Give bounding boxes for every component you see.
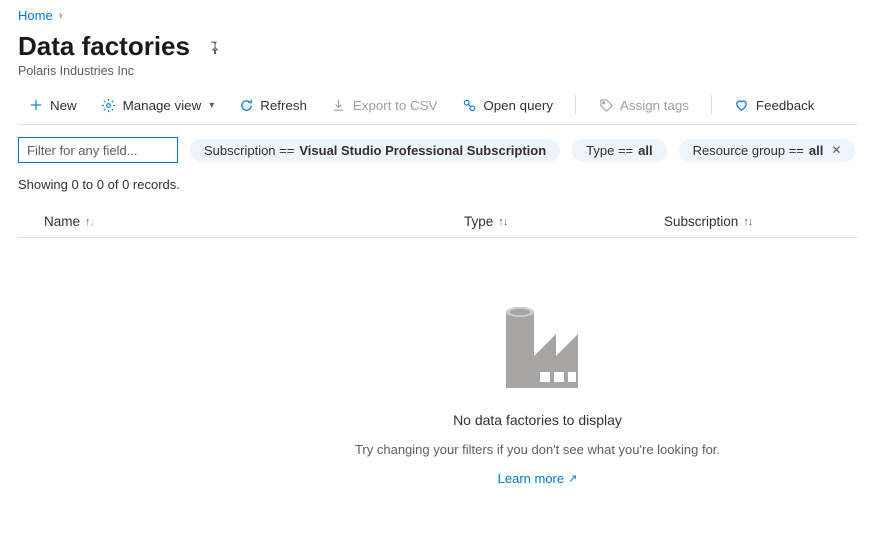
sort-icon: ↑↓ xyxy=(743,216,752,228)
heart-icon xyxy=(734,97,750,113)
column-label: Name xyxy=(44,214,80,229)
learn-more-label: Learn more xyxy=(498,471,564,486)
assign-tags-button[interactable]: Assign tags xyxy=(588,92,699,118)
filter-input[interactable] xyxy=(18,137,178,163)
column-header-subscription[interactable]: Subscription ↑↓ xyxy=(664,214,857,229)
pill-key: Type == xyxy=(586,143,633,158)
download-icon xyxy=(331,97,347,113)
pin-button[interactable] xyxy=(202,35,225,58)
toolbar-separator xyxy=(711,95,712,115)
pill-value: Visual Studio Professional Subscription xyxy=(299,143,546,158)
filter-pill-resource-group[interactable]: Resource group == all ✕ xyxy=(679,139,856,162)
refresh-button[interactable]: Refresh xyxy=(228,92,317,118)
table-header: Name ↑↓ Type ↑↓ Subscription ↑↓ xyxy=(18,206,857,238)
toolbar: New Manage view ▾ Refresh Export to CSV … xyxy=(18,92,857,125)
filter-pill-type[interactable]: Type == all xyxy=(572,139,666,162)
column-header-type[interactable]: Type ↑↓ xyxy=(464,214,664,229)
breadcrumb-home[interactable]: Home xyxy=(18,8,53,23)
toolbar-separator xyxy=(575,95,576,115)
refresh-label: Refresh xyxy=(260,98,307,113)
pill-value: all xyxy=(638,143,652,158)
page-title: Data factories xyxy=(18,31,190,62)
column-label: Subscription xyxy=(664,214,738,229)
open-query-button[interactable]: Open query xyxy=(451,92,563,118)
external-link-icon: ↗ xyxy=(568,472,577,485)
manage-view-label: Manage view xyxy=(123,98,202,113)
query-icon xyxy=(461,97,477,113)
factory-icon xyxy=(488,298,588,398)
export-csv-label: Export to CSV xyxy=(353,98,437,113)
empty-state: No data factories to display Try changin… xyxy=(218,238,857,486)
sort-icon: ↑↓ xyxy=(85,216,94,228)
plus-icon xyxy=(28,97,44,113)
learn-more-link[interactable]: Learn more ↗ xyxy=(498,471,578,486)
pill-key: Resource group == xyxy=(693,143,804,158)
empty-title: No data factories to display xyxy=(453,412,622,428)
pill-value: all xyxy=(809,143,823,158)
export-csv-button[interactable]: Export to CSV xyxy=(321,92,447,118)
title-row: Data factories xyxy=(18,31,857,62)
refresh-icon xyxy=(238,97,254,113)
filter-row: Subscription == Visual Studio Profession… xyxy=(18,137,857,163)
manage-view-button[interactable]: Manage view ▾ xyxy=(91,92,225,118)
open-query-label: Open query xyxy=(483,98,553,113)
new-label: New xyxy=(50,98,77,113)
close-icon[interactable]: ✕ xyxy=(831,143,841,157)
chevron-right-icon: › xyxy=(59,10,63,22)
breadcrumb: Home › xyxy=(18,8,857,23)
chevron-down-icon: ▾ xyxy=(209,100,214,111)
column-header-name[interactable]: Name ↑↓ xyxy=(44,214,464,229)
pill-key: Subscription == xyxy=(204,143,294,158)
new-button[interactable]: New xyxy=(18,92,87,118)
feedback-button[interactable]: Feedback xyxy=(724,92,825,118)
results-count: Showing 0 to 0 of 0 records. xyxy=(18,177,857,192)
filter-pill-subscription[interactable]: Subscription == Visual Studio Profession… xyxy=(190,139,560,162)
tag-icon xyxy=(598,97,614,113)
assign-tags-label: Assign tags xyxy=(620,98,689,113)
column-label: Type xyxy=(464,214,493,229)
pin-icon xyxy=(206,39,221,54)
sort-icon: ↑↓ xyxy=(498,216,507,228)
feedback-label: Feedback xyxy=(756,98,815,113)
page-subtitle: Polaris Industries Inc xyxy=(18,64,857,78)
empty-subtitle: Try changing your filters if you don't s… xyxy=(355,442,720,457)
gear-icon xyxy=(101,97,117,113)
